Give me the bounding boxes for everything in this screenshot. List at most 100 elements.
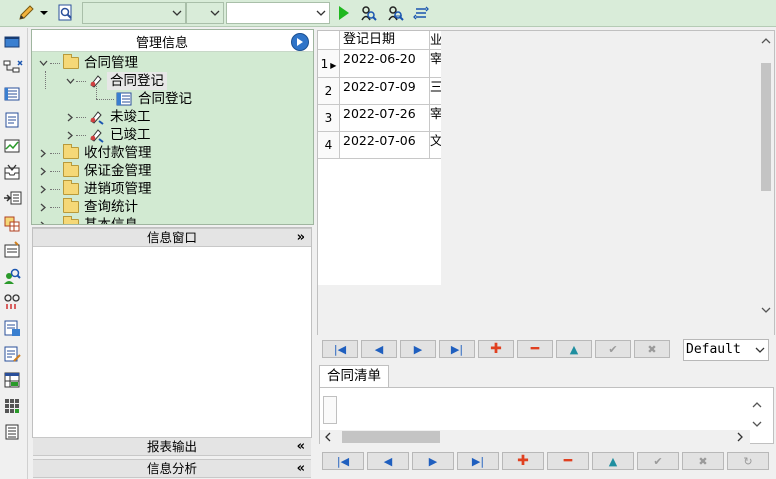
report-icon[interactable] — [3, 319, 23, 339]
table-cell-date[interactable]: 2022-06-20 — [340, 50, 430, 78]
list-row-indicator[interactable] — [323, 396, 337, 424]
detail-delete-button[interactable]: ━ — [547, 452, 589, 470]
scroll-up-icon[interactable] — [761, 34, 771, 44]
chevron-right-icon[interactable] — [65, 108, 75, 126]
collapse-icon[interactable]: » — [297, 229, 305, 247]
export-icon[interactable] — [3, 189, 23, 209]
chevron-right-icon[interactable] — [38, 162, 48, 180]
nav-post-button[interactable]: ✔ — [595, 340, 631, 358]
nav-last-button[interactable]: ▶| — [439, 340, 475, 358]
tree-node-incomplete[interactable]: 未竣工 — [32, 108, 313, 126]
nav-first-button[interactable]: |◀ — [322, 340, 358, 358]
row-indicator[interactable]: 1 ▶ — [318, 50, 340, 78]
dropdown-arrow-icon[interactable] — [38, 3, 50, 23]
grid-scroll-thumb[interactable] — [761, 63, 771, 191]
settings-icon[interactable] — [3, 241, 23, 261]
document-icon[interactable] — [3, 111, 23, 131]
list-icon[interactable] — [3, 85, 23, 105]
run-icon[interactable] — [334, 3, 354, 23]
scroll-left-icon[interactable] — [324, 431, 334, 443]
nav-next-button[interactable]: ▶ — [400, 340, 436, 358]
table-cell-date[interactable]: 2022-07-26 — [340, 105, 430, 132]
nav-delete-button[interactable]: ━ — [517, 340, 553, 358]
find-next-icon[interactable] — [385, 3, 405, 23]
chevron-down-icon[interactable] — [754, 340, 766, 360]
expand-icon[interactable]: « — [297, 438, 305, 456]
user-search-icon[interactable] — [3, 267, 23, 287]
expand-icon[interactable]: « — [297, 460, 305, 478]
module-grid-icon[interactable] — [3, 397, 23, 417]
table-cell[interactable]: 宰 — [430, 50, 441, 78]
filter-combo-1[interactable] — [82, 2, 186, 24]
row-indicator[interactable]: 3 — [318, 105, 340, 132]
find-icon[interactable] — [358, 3, 378, 23]
chevron-down-icon[interactable] — [65, 72, 75, 90]
table-cell[interactable]: 宰 — [430, 105, 441, 132]
window-icon[interactable] — [3, 33, 23, 53]
edit-icon[interactable] — [3, 345, 23, 365]
chevron-down-icon[interactable] — [207, 3, 223, 23]
detail-next-button[interactable]: ▶ — [412, 452, 454, 470]
chevron-down-icon[interactable] — [38, 54, 48, 72]
column-header-registration-date[interactable]: 登记日期 — [340, 31, 430, 50]
chevron-right-icon[interactable] — [38, 144, 48, 162]
chevron-right-icon[interactable] — [38, 216, 48, 224]
detail-first-button[interactable]: |◀ — [322, 452, 364, 470]
panel-nav-icon[interactable] — [291, 33, 309, 51]
table-cell-date[interactable]: 2022-07-06 — [340, 132, 430, 159]
chevron-right-icon[interactable] — [38, 180, 48, 198]
info-window-header[interactable]: 信息窗口 » — [33, 228, 311, 247]
tree-node-completed[interactable]: 已竣工 — [32, 126, 313, 144]
detail-edit-button[interactable]: ▲ — [592, 452, 634, 470]
detail-last-button[interactable]: ▶| — [457, 452, 499, 470]
scroll-down-icon[interactable] — [761, 303, 771, 313]
row-indicator[interactable]: 4 — [318, 132, 340, 159]
detail-cancel-button[interactable]: ✖ — [682, 452, 724, 470]
detail-refresh-button[interactable]: ↻ — [727, 452, 769, 470]
search-doc-icon[interactable] — [56, 3, 76, 23]
pencil-icon[interactable] — [16, 3, 36, 23]
nav-cancel-button[interactable]: ✖ — [634, 340, 670, 358]
report-output-header[interactable]: 报表输出 « — [33, 437, 311, 456]
table-cell[interactable]: 三 — [430, 78, 441, 105]
scroll-up-icon[interactable] — [752, 398, 764, 408]
tree-node-basic-info[interactable]: 基本信息 — [32, 216, 313, 224]
detail-insert-button[interactable]: ✚ — [502, 452, 544, 470]
layout-select[interactable]: Default — [683, 339, 769, 361]
print-icon[interactable] — [3, 423, 23, 443]
tree-node-deposit-management[interactable]: 保证金管理 — [32, 162, 313, 180]
info-analysis-header[interactable]: 信息分析 « — [33, 459, 311, 478]
tree-node-contract-registration[interactable]: 合同登记 — [32, 72, 313, 90]
filter-combo-2[interactable] — [186, 2, 224, 24]
column-header-business[interactable]: 业 — [430, 31, 441, 50]
tab-contract-list[interactable]: 合同清单 — [319, 365, 389, 387]
tree-node-input-output-management[interactable]: 进销项管理 — [32, 180, 313, 198]
tree-icon[interactable] — [3, 59, 23, 79]
chevron-right-icon[interactable] — [38, 198, 48, 216]
inbox-icon[interactable] — [3, 163, 23, 183]
tree-node-contract-registration-form[interactable]: 合同登记 — [32, 86, 313, 108]
refresh-icon[interactable] — [411, 3, 431, 23]
tree-node-query-statistics[interactable]: 查询统计 — [32, 198, 313, 216]
tree-node-contract-management[interactable]: 合同管理 — [32, 54, 313, 72]
horizontal-scroll-thumb[interactable] — [342, 431, 440, 443]
table-icon[interactable] — [3, 371, 23, 391]
scroll-down-icon[interactable] — [752, 417, 764, 427]
scroll-right-icon[interactable] — [736, 431, 746, 443]
chevron-down-icon[interactable] — [169, 3, 185, 23]
filter-combo-3[interactable] — [226, 2, 330, 24]
chevron-down-icon[interactable] — [313, 3, 329, 23]
table-cell-date[interactable]: 2022-07-09 — [340, 78, 430, 105]
grid-icon[interactable] — [3, 215, 23, 235]
tree-node-payment-management[interactable]: 收付款管理 — [32, 144, 313, 162]
nav-insert-button[interactable]: ✚ — [478, 340, 514, 358]
nav-prior-button[interactable]: ◀ — [361, 340, 397, 358]
link-icon[interactable] — [3, 293, 23, 313]
chart-icon[interactable] — [3, 137, 23, 157]
table-cell[interactable]: 文 — [430, 132, 441, 159]
detail-prior-button[interactable]: ◀ — [367, 452, 409, 470]
chevron-right-icon[interactable] — [65, 126, 75, 144]
detail-post-button[interactable]: ✔ — [637, 452, 679, 470]
nav-edit-button[interactable]: ▲ — [556, 340, 592, 358]
row-indicator[interactable]: 2 — [318, 78, 340, 105]
